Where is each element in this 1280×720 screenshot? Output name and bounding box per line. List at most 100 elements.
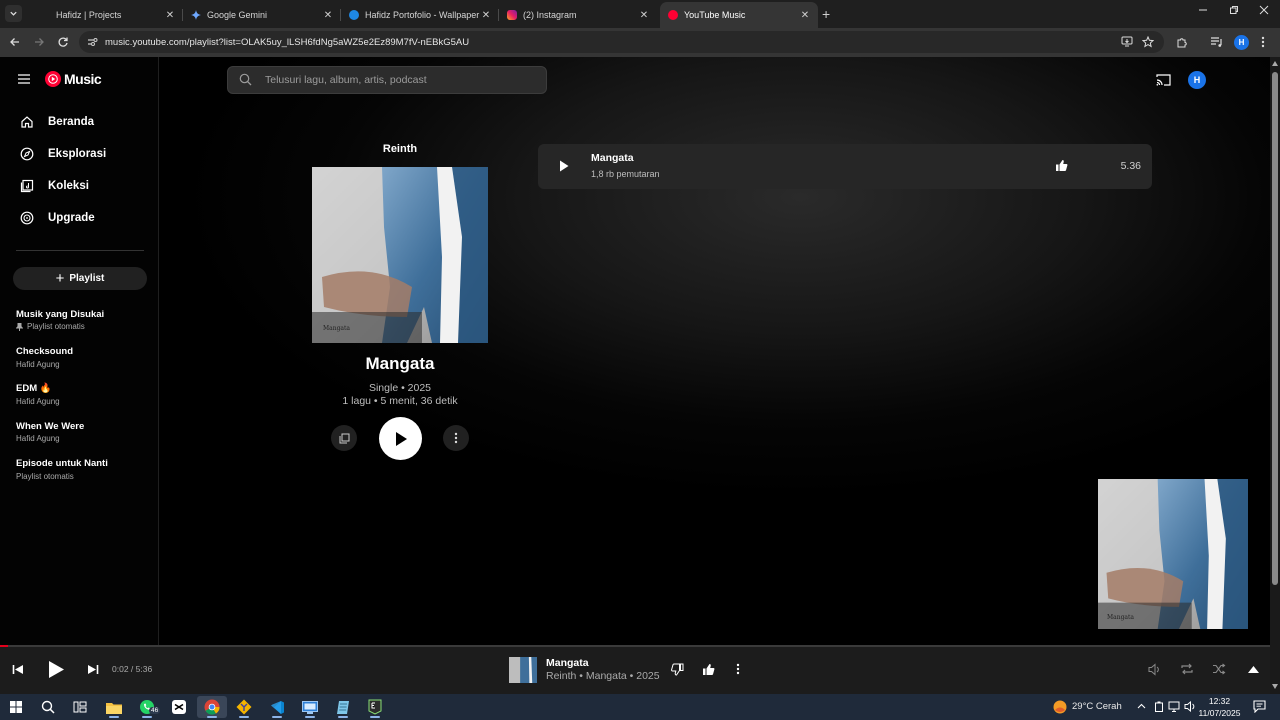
now-playing-subtitle[interactable]: Reinth • Mangata • 2025 (546, 670, 660, 682)
cast-icon[interactable] (1156, 73, 1171, 86)
sidebar-playlist-when-we-were[interactable]: When We Were (16, 421, 84, 432)
shuffle-icon[interactable] (1212, 663, 1226, 675)
extensions-icon[interactable] (1176, 36, 1188, 48)
tab-close-icon[interactable]: ✕ (481, 10, 491, 21)
playback-time: 0:02 / 5:36 (112, 664, 153, 674)
pin-icon (16, 322, 23, 331)
more-options-button[interactable] (443, 425, 469, 451)
scrollbar-thumb[interactable] (1272, 72, 1278, 585)
tab-projects[interactable]: Hafidz | Projects ✕ (38, 2, 183, 28)
restore-icon[interactable] (1229, 5, 1239, 15)
tab-portfolio[interactable]: Hafidz Portofolio - Wallpaper D ✕ (341, 2, 499, 28)
next-track-icon[interactable] (87, 664, 99, 675)
youtube-music-icon (45, 71, 61, 87)
track-title[interactable]: Mangata (591, 152, 634, 164)
nav-upgrade[interactable]: Upgrade (20, 208, 95, 228)
playlist-subtitle: Playlist otomatis (27, 322, 85, 331)
tab-close-icon[interactable]: ✕ (165, 10, 175, 21)
tab-close-icon[interactable]: ✕ (800, 10, 810, 21)
notification-icon[interactable] (1253, 700, 1266, 713)
weather-icon[interactable] (1052, 699, 1068, 715)
forward-icon[interactable] (33, 36, 45, 48)
like-icon[interactable] (1055, 159, 1068, 172)
now-playing-title[interactable]: Mangata (546, 657, 589, 669)
install-app-icon[interactable] (1121, 36, 1133, 47)
cover-label: Mangata (323, 325, 350, 332)
previous-track-icon[interactable] (12, 664, 24, 675)
whatsapp-icon[interactable]: 46 (132, 696, 162, 718)
reload-icon[interactable] (57, 36, 69, 48)
nav-koleksi[interactable]: Koleksi (20, 176, 89, 196)
close-window-icon[interactable] (1259, 5, 1269, 15)
player-thumbnail[interactable] (509, 657, 537, 683)
account-avatar[interactable]: H (1188, 71, 1206, 89)
git-client-icon[interactable] (229, 696, 259, 718)
expand-player-icon[interactable] (1248, 666, 1259, 673)
url-text[interactable]: music.youtube.com/playlist?list=OLAK5uy_… (105, 37, 469, 48)
play-pause-button[interactable] (48, 660, 65, 679)
site-info-icon[interactable] (87, 37, 98, 47)
tab-instagram[interactable]: (2) Instagram ✕ (499, 2, 657, 28)
speaker-icon[interactable] (1184, 701, 1196, 712)
progress-track[interactable] (0, 645, 1270, 647)
album-artist-link[interactable]: Reinth (312, 143, 488, 155)
sidebar-playlist-checksound[interactable]: Checksound (16, 346, 73, 357)
tab-close-icon[interactable]: ✕ (323, 10, 333, 21)
repeat-icon[interactable] (1180, 663, 1194, 675)
chrome-icon[interactable] (197, 696, 227, 718)
album-cover-art: Mangata (312, 167, 488, 343)
track-play-icon[interactable] (559, 160, 569, 172)
sidebar-playlist-episode[interactable]: Episode untuk Nanti (16, 458, 108, 469)
windows-start-icon[interactable] (1, 696, 31, 718)
sidebar-playlist-edm[interactable]: EDM 🔥 (16, 383, 52, 394)
network-icon[interactable] (1168, 701, 1180, 712)
nav-label: Eksplorasi (48, 148, 107, 160)
youtube-music-logo[interactable]: Music (45, 71, 102, 87)
back-icon[interactable] (9, 36, 21, 48)
tab-youtube-music[interactable]: YouTube Music ✕ (660, 2, 818, 28)
notepad-icon[interactable] (328, 696, 358, 718)
library-icon (20, 179, 34, 193)
new-tab-button[interactable]: + (822, 6, 830, 22)
more-vert-icon[interactable] (736, 663, 740, 675)
dislike-icon[interactable] (671, 663, 684, 676)
weather-text[interactable]: 29°C Cerah (1072, 701, 1122, 712)
tab-close-icon[interactable]: ✕ (639, 10, 649, 21)
taskbar-search-icon[interactable] (33, 696, 63, 718)
like-icon[interactable] (702, 663, 715, 676)
battery-saver-icon[interactable] (1154, 701, 1164, 712)
epic-games-icon[interactable] (360, 696, 390, 718)
save-to-library-button[interactable] (331, 425, 357, 451)
file-explorer-icon[interactable] (99, 696, 129, 718)
vscode-icon[interactable] (262, 696, 292, 718)
tab-title: Hafidz | Projects (56, 10, 122, 20)
track-plays: 1,8 rb pemutaran (591, 169, 660, 179)
scroll-down-icon[interactable] (1272, 684, 1278, 689)
volume-icon[interactable] (1148, 663, 1161, 676)
browser-profile-avatar[interactable]: H (1234, 35, 1249, 50)
minimize-icon[interactable] (1198, 5, 1208, 15)
media-controls-icon[interactable] (1210, 36, 1223, 48)
sidebar-divider (16, 250, 144, 251)
play-album-button[interactable] (379, 417, 422, 460)
scroll-up-icon[interactable] (1272, 61, 1278, 66)
capcut-icon[interactable] (164, 696, 194, 718)
upgrade-icon (20, 211, 34, 225)
taskbar-clock-date[interactable]: 11/07/2025 (1197, 708, 1242, 718)
remote-desktop-icon[interactable] (295, 696, 325, 718)
browser-menu-icon[interactable] (1261, 36, 1265, 48)
whatsapp-badge: 46 (149, 707, 161, 714)
bookmark-star-icon[interactable] (1142, 36, 1154, 48)
tray-overflow-icon[interactable] (1137, 703, 1146, 709)
library-add-icon (339, 433, 349, 443)
task-view-icon[interactable] (65, 696, 95, 718)
tab-search-button[interactable] (5, 5, 22, 22)
new-playlist-button[interactable]: + Playlist (13, 267, 147, 290)
taskbar-clock-time[interactable]: 12:32 (1197, 696, 1242, 706)
tab-gemini[interactable]: Google Gemini ✕ (183, 2, 341, 28)
playlist-subtitle: Hafid Agung (16, 360, 60, 369)
nav-eksplorasi[interactable]: Eksplorasi (20, 144, 106, 164)
sidebar-playlist-liked[interactable]: Musik yang Disukai (16, 309, 104, 320)
nav-beranda[interactable]: Beranda (20, 112, 94, 132)
hamburger-menu-icon[interactable] (17, 73, 31, 85)
